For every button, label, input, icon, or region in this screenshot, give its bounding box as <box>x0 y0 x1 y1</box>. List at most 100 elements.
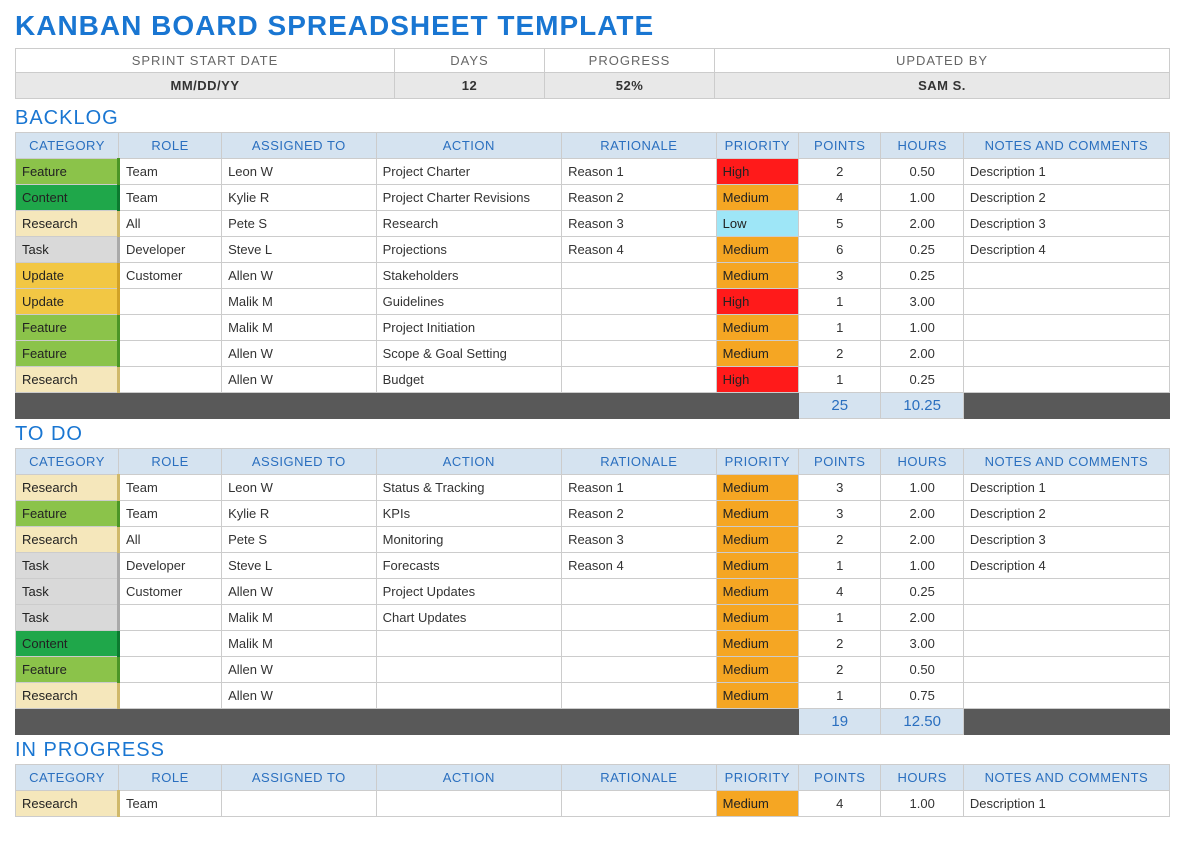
cell[interactable]: Pete S <box>222 211 377 237</box>
cell[interactable]: Pete S <box>222 527 377 553</box>
cell[interactable]: Update <box>16 289 119 315</box>
cell[interactable]: Malik M <box>222 289 377 315</box>
cell[interactable]: Malik M <box>222 631 377 657</box>
column-header[interactable]: ACTION <box>376 765 561 791</box>
cell[interactable]: Description 1 <box>963 159 1169 185</box>
cell[interactable]: Malik M <box>222 605 377 631</box>
column-header[interactable]: NOTES AND COMMENTS <box>963 133 1169 159</box>
cell[interactable] <box>963 605 1169 631</box>
cell[interactable] <box>222 791 377 817</box>
cell[interactable]: Allen W <box>222 657 377 683</box>
cell[interactable]: Allen W <box>222 263 377 289</box>
column-header[interactable]: ROLE <box>119 133 222 159</box>
cell[interactable]: Stakeholders <box>376 263 561 289</box>
column-header[interactable]: HOURS <box>881 765 963 791</box>
info-value[interactable]: 52% <box>545 72 714 98</box>
cell[interactable]: 3 <box>799 475 881 501</box>
cell[interactable]: Team <box>119 159 222 185</box>
cell[interactable]: Task <box>16 605 119 631</box>
cell[interactable]: 1.00 <box>881 791 963 817</box>
column-header[interactable]: PRIORITY <box>716 449 798 475</box>
cell[interactable] <box>562 341 717 367</box>
info-value[interactable]: 12 <box>395 72 544 98</box>
cell[interactable]: 5 <box>799 211 881 237</box>
cell[interactable]: All <box>119 527 222 553</box>
cell[interactable]: Team <box>119 185 222 211</box>
cell[interactable] <box>963 263 1169 289</box>
cell[interactable]: 2 <box>799 159 881 185</box>
cell[interactable]: Research <box>376 211 561 237</box>
cell[interactable] <box>562 791 717 817</box>
cell[interactable]: Developer <box>119 237 222 263</box>
cell[interactable]: Project Updates <box>376 579 561 605</box>
cell[interactable]: Developer <box>119 553 222 579</box>
cell[interactable] <box>119 289 222 315</box>
column-header[interactable]: HOURS <box>881 133 963 159</box>
cell[interactable]: 1 <box>799 605 881 631</box>
column-header[interactable]: POINTS <box>799 765 881 791</box>
cell[interactable]: Steve L <box>222 553 377 579</box>
column-header[interactable]: ROLE <box>119 449 222 475</box>
column-header[interactable]: HOURS <box>881 449 963 475</box>
cell[interactable]: Medium <box>716 791 798 817</box>
cell[interactable]: Medium <box>716 631 798 657</box>
cell[interactable]: Forecasts <box>376 553 561 579</box>
info-value[interactable]: SAM S. <box>715 72 1169 98</box>
cell[interactable]: Reason 4 <box>562 553 717 579</box>
cell[interactable]: Description 4 <box>963 237 1169 263</box>
cell[interactable]: Medium <box>716 657 798 683</box>
cell[interactable]: Kylie R <box>222 501 377 527</box>
cell[interactable] <box>376 683 561 709</box>
cell[interactable]: Research <box>16 527 119 553</box>
cell[interactable]: Research <box>16 367 119 393</box>
cell[interactable]: Malik M <box>222 315 377 341</box>
cell[interactable]: Medium <box>716 605 798 631</box>
column-header[interactable]: CATEGORY <box>16 765 119 791</box>
cell[interactable]: 0.25 <box>881 263 963 289</box>
cell[interactable]: Medium <box>716 341 798 367</box>
cell[interactable]: Task <box>16 553 119 579</box>
cell[interactable]: Reason 1 <box>562 475 717 501</box>
cell[interactable]: Content <box>16 185 119 211</box>
cell[interactable]: Research <box>16 475 119 501</box>
column-header[interactable]: NOTES AND COMMENTS <box>963 449 1169 475</box>
cell[interactable] <box>376 791 561 817</box>
cell[interactable]: Task <box>16 237 119 263</box>
cell[interactable]: Team <box>119 791 222 817</box>
cell[interactable]: Projections <box>376 237 561 263</box>
column-header[interactable]: CATEGORY <box>16 449 119 475</box>
column-header[interactable]: RATIONALE <box>562 765 717 791</box>
cell[interactable]: Feature <box>16 159 119 185</box>
cell[interactable]: Kylie R <box>222 185 377 211</box>
cell[interactable]: 2 <box>799 527 881 553</box>
cell[interactable]: Customer <box>119 263 222 289</box>
cell[interactable]: Medium <box>716 475 798 501</box>
cell[interactable]: Description 1 <box>963 791 1169 817</box>
cell[interactable] <box>119 315 222 341</box>
cell[interactable]: Reason 2 <box>562 501 717 527</box>
cell[interactable]: 1 <box>799 553 881 579</box>
column-header[interactable]: ASSIGNED TO <box>222 449 377 475</box>
cell[interactable] <box>562 263 717 289</box>
cell[interactable]: Project Charter Revisions <box>376 185 561 211</box>
cell[interactable] <box>562 631 717 657</box>
cell[interactable]: 2 <box>799 341 881 367</box>
cell[interactable]: 1 <box>799 289 881 315</box>
cell[interactable]: 0.25 <box>881 237 963 263</box>
cell[interactable]: Medium <box>716 315 798 341</box>
column-header[interactable]: CATEGORY <box>16 133 119 159</box>
column-header[interactable]: PRIORITY <box>716 765 798 791</box>
cell[interactable]: High <box>716 159 798 185</box>
cell[interactable]: 2.00 <box>881 211 963 237</box>
cell[interactable]: 4 <box>799 791 881 817</box>
cell[interactable]: Description 3 <box>963 211 1169 237</box>
column-header[interactable]: ASSIGNED TO <box>222 133 377 159</box>
cell[interactable]: 2.00 <box>881 501 963 527</box>
cell[interactable] <box>119 657 222 683</box>
cell[interactable]: Allen W <box>222 367 377 393</box>
cell[interactable]: Medium <box>716 185 798 211</box>
cell[interactable]: 2.00 <box>881 605 963 631</box>
cell[interactable]: 2.00 <box>881 527 963 553</box>
cell[interactable]: Feature <box>16 657 119 683</box>
column-header[interactable]: POINTS <box>799 449 881 475</box>
